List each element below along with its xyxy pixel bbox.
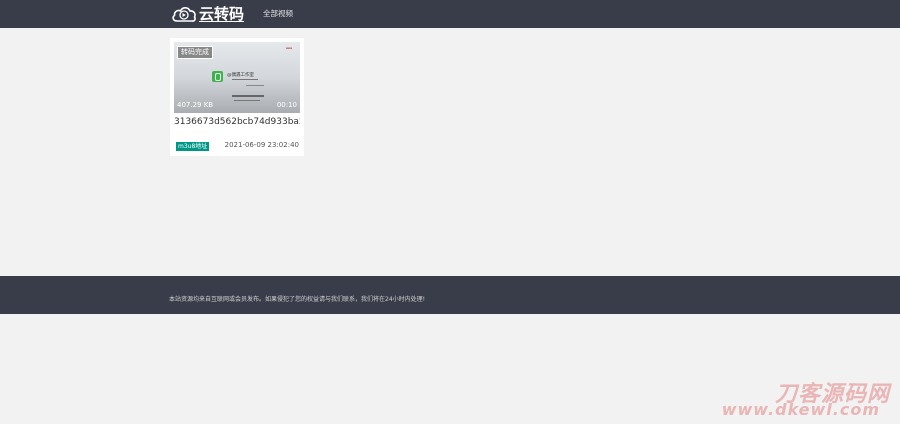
video-thumbnail[interactable]: 转码完成 ▪▪▪ @偶遇工作室 407.29 KB 00:10 [174, 42, 300, 113]
watermark-text: 刀客源码网 [774, 382, 890, 407]
nav-all-videos-link[interactable]: 全部视频 [263, 8, 293, 19]
logo-text: 云转码 [199, 5, 245, 23]
thumbnail-text-line [232, 95, 264, 97]
watermark-url: www.dkewl.com [721, 400, 880, 419]
thumbnail-caption: @偶遇工作室 [227, 73, 254, 78]
footer: 本站资源均来自互联网或会员发布。如果侵犯了您的权益请与我们联系，我们将在24小时… [0, 276, 900, 314]
footer-notice: 本站资源均来自互联网或会员发布。如果侵犯了您的权益请与我们联系，我们将在24小时… [169, 296, 426, 303]
thumbnail-text-line [232, 79, 258, 80]
video-title[interactable]: 3136673d562bcb74d933ba5... [174, 117, 300, 127]
cloud-logo-icon [172, 7, 196, 22]
thumbnail-text-line [234, 100, 260, 101]
studio-logo-icon [212, 71, 223, 82]
m3u8-address-button[interactable]: m3u8地址 [176, 142, 210, 151]
site-logo[interactable]: 云转码 [171, 4, 244, 24]
top-navbar: 云转码 全部视频 [0, 0, 900, 28]
video-card: 转码完成 ▪▪▪ @偶遇工作室 407.29 KB 00:10 3136673d… [170, 38, 304, 156]
status-badge: 转码完成 [177, 46, 213, 59]
video-duration: 00:10 [276, 101, 297, 109]
thumbnail-text-line [246, 85, 264, 86]
watermark: 刀客源码网 www.dkewl.com [710, 376, 890, 420]
file-size: 407.29 KB [177, 101, 214, 109]
thumbnail-corner-mark: ▪▪▪ [285, 46, 292, 50]
created-timestamp: 2021-06-09 23:02:40 [224, 141, 299, 149]
